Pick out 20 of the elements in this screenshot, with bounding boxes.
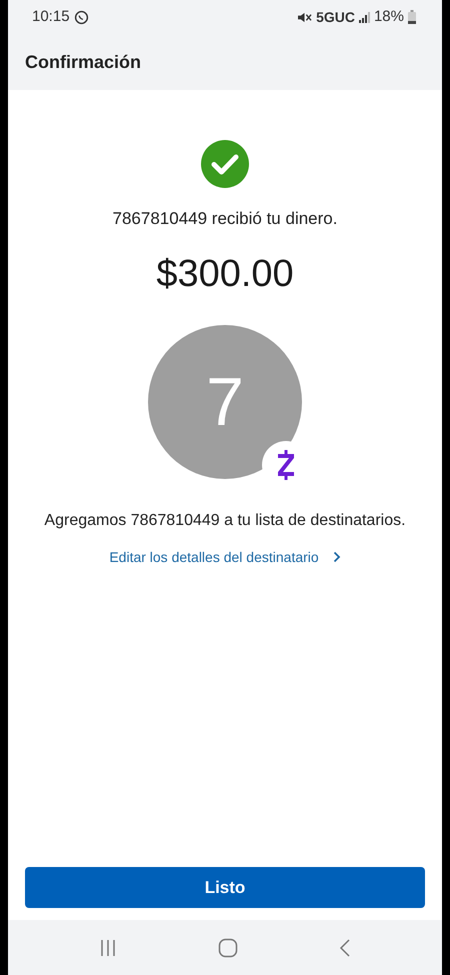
screen-title: Confirmación [25,50,142,74]
recent-apps-icon[interactable] [98,938,117,956]
chevron-right-icon [332,551,341,563]
mute-icon [297,10,312,24]
z-logo-icon [276,450,296,480]
recipient-note: Agregamos 7867810449 a tu lista de destinatarios. [44,510,406,530]
battery-percent: 18% [374,6,404,27]
status-time: 10:15 [32,6,70,27]
back-icon[interactable] [339,938,352,958]
done-button[interactable]: Listo [25,867,425,908]
recipient-avatar: 7 [148,324,302,478]
chat-bubble-icon [74,10,89,24]
amount: $300.00 [156,252,294,296]
network-label: 5GUC [316,8,355,26]
confirmation-message: 7867810449 recibió tu dinero. [112,208,338,230]
signal-icon [358,12,370,22]
success-check-icon [201,140,249,188]
home-icon[interactable] [218,938,238,958]
battery-icon [408,10,416,24]
edit-recipient-link[interactable]: Editar los detalles del destinatario [109,546,341,568]
